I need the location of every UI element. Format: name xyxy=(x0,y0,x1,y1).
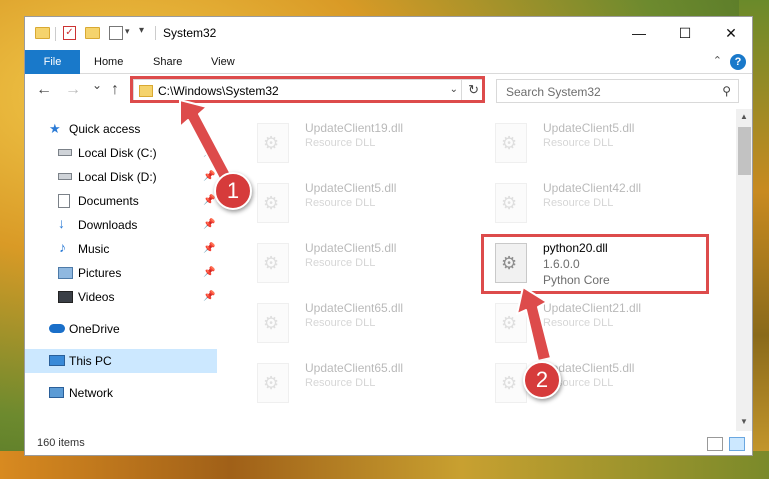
step-badge-1: 1 xyxy=(214,172,252,210)
arrow-1 xyxy=(179,99,234,185)
annotation-arrows xyxy=(179,99,552,362)
arrow-2 xyxy=(516,286,552,362)
step-badge-2: 2 xyxy=(523,361,561,399)
